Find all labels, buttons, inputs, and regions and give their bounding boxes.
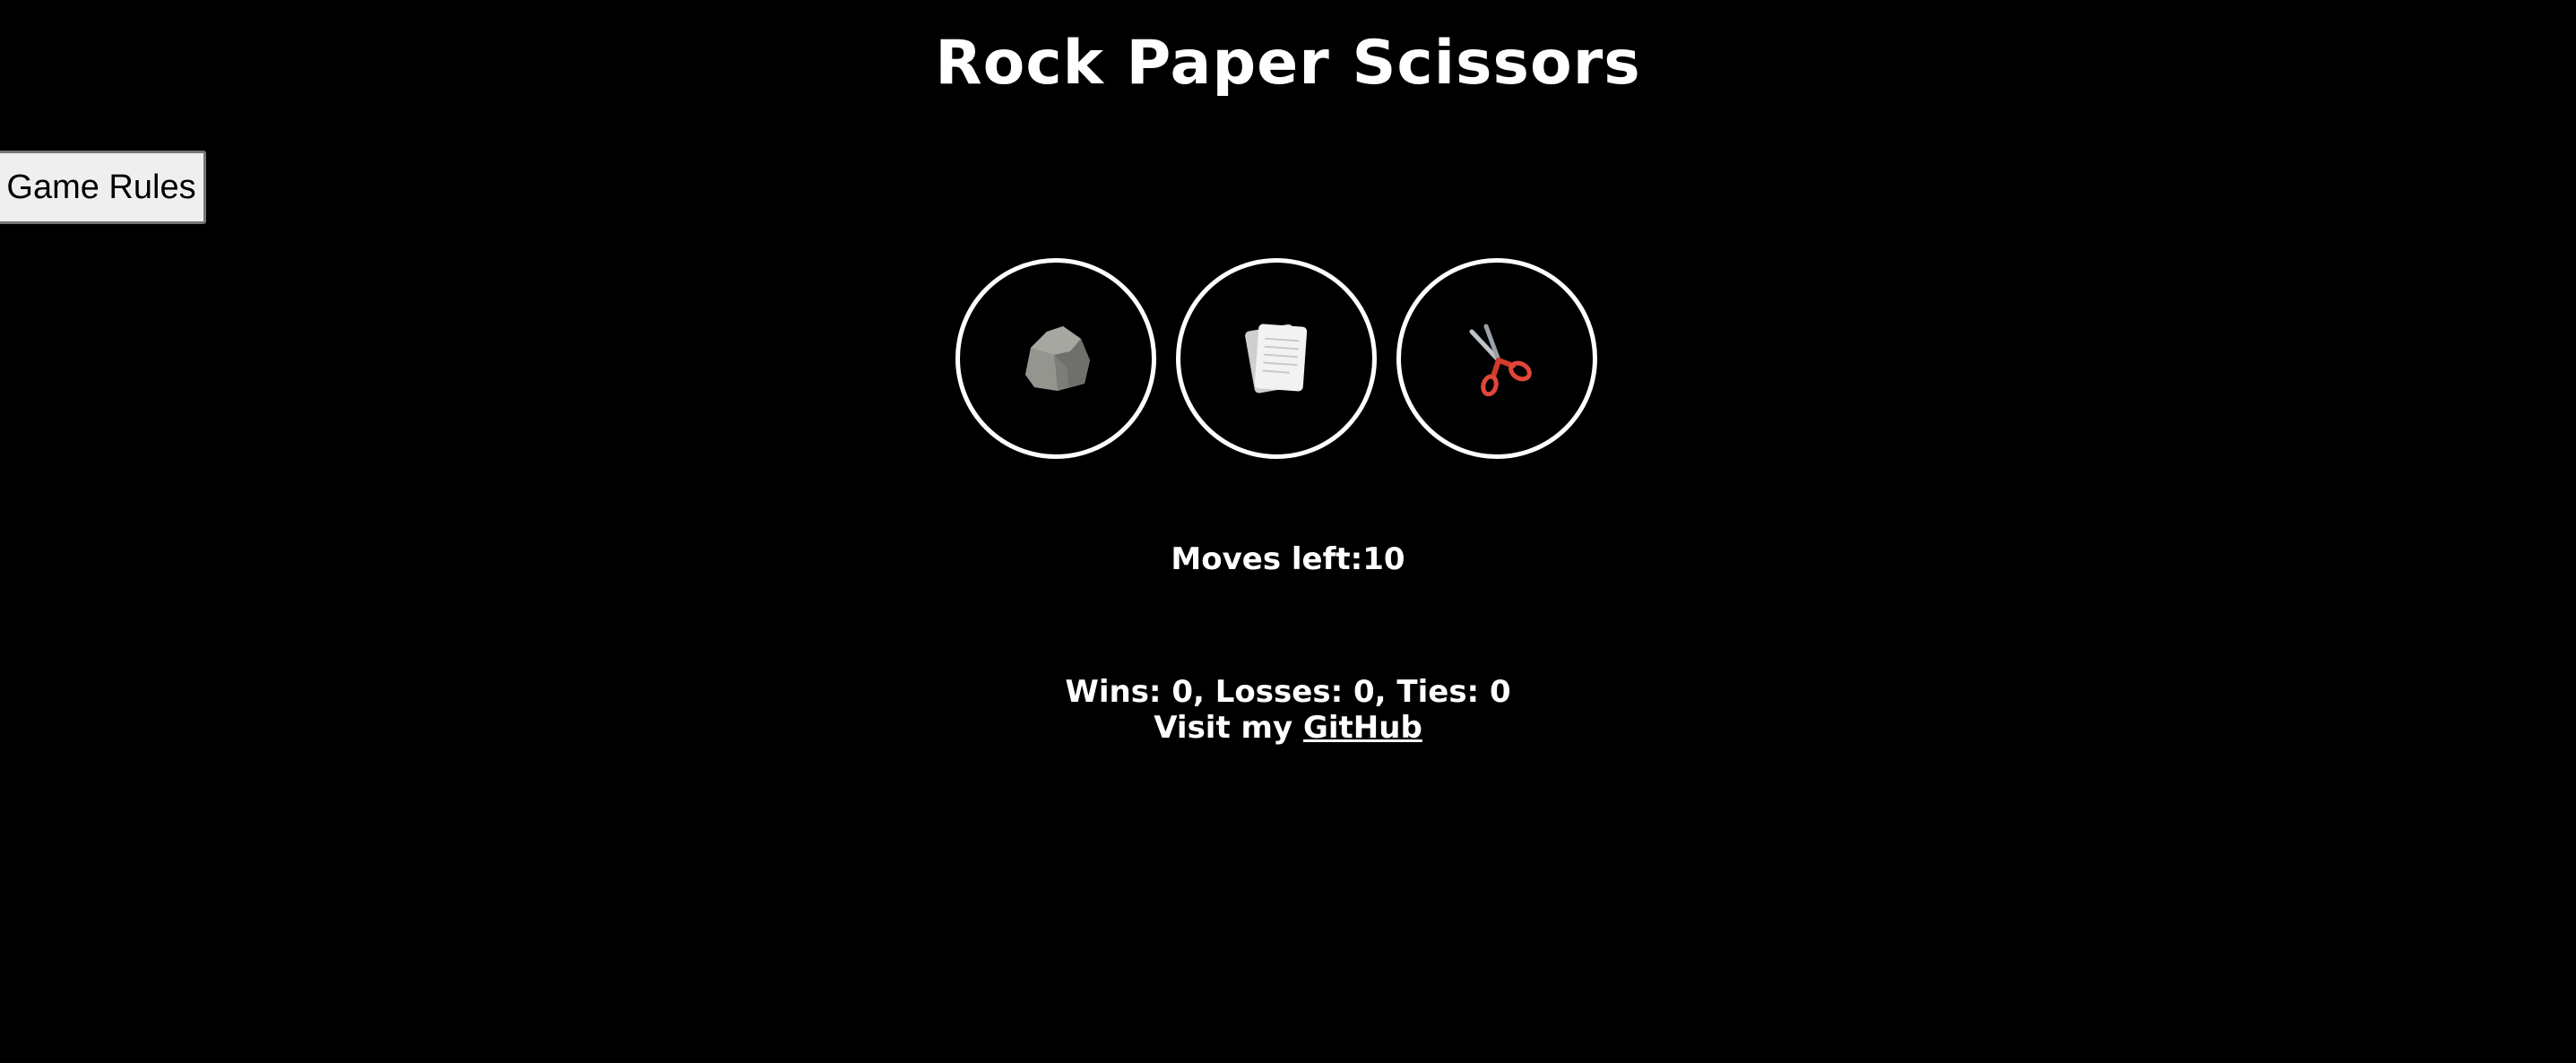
visit-github-line: Visit my GitHub — [0, 710, 2576, 746]
choice-buttons — [955, 258, 1597, 459]
game-rules-button[interactable]: Game Rules — [0, 151, 206, 224]
visit-prefix-text: Visit my — [1154, 710, 1303, 746]
paper-button[interactable] — [1176, 258, 1377, 459]
scissors-icon — [1469, 324, 1532, 396]
rock-button[interactable] — [955, 258, 1156, 459]
moves-left-text: Moves left:10 — [1171, 541, 1405, 577]
score-text: Wins: 0, Losses: 0, Ties: 0 — [1065, 674, 1511, 710]
rock-icon — [1025, 326, 1090, 391]
page-title: Rock Paper Scissors — [935, 28, 1641, 99]
paper-icon — [1245, 324, 1308, 393]
scissors-button[interactable] — [1396, 258, 1597, 459]
github-link[interactable]: GitHub — [1303, 710, 1422, 746]
